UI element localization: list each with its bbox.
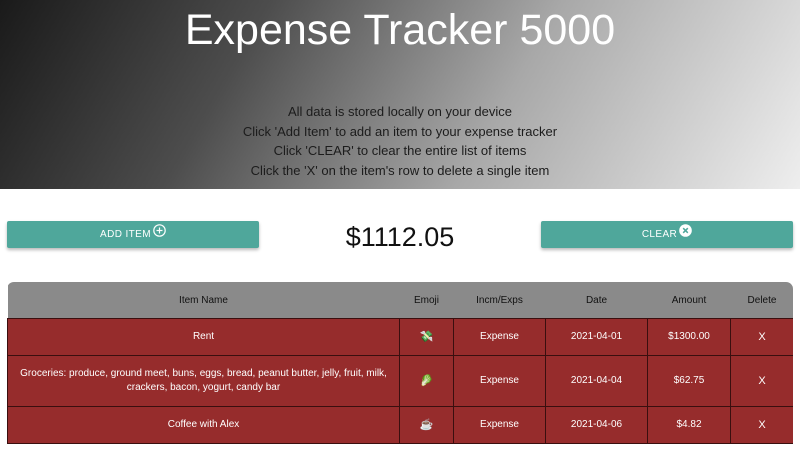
instruction-line: Click 'CLEAR' to clear the entire list o… (273, 143, 527, 158)
add-item-label: ADD ITEM (100, 229, 151, 240)
expense-table-container: Item Name Emoji Incm/Exps Date Amount De… (7, 282, 793, 449)
instruction-line: Click 'Add Item' to add an item to your … (242, 123, 558, 139)
delete-row-button[interactable]: X (730, 355, 793, 407)
emoji-cell: 💸 (399, 318, 454, 356)
clear-label: CLEAR (641, 229, 678, 240)
column-header-item-name: Item Name (7, 282, 400, 319)
column-header-emoji: Emoji (399, 282, 454, 319)
item-name-cell: Coffee with Alex (7, 406, 400, 444)
item-name-cell: Rent (7, 318, 400, 356)
add-item-button[interactable]: ADD ITEM (7, 221, 259, 248)
table-row: Groceries: produce, ground meet, buns, e… (7, 355, 793, 407)
instructions: All data is stored locally on your devic… (0, 102, 800, 180)
column-header-amount: Amount (647, 282, 731, 319)
type-cell: Expense (453, 406, 546, 444)
item-name-cell: Groceries: produce, ground meet, buns, e… (7, 355, 400, 407)
column-header-delete: Delete (730, 282, 793, 319)
delete-row-button[interactable]: X (730, 318, 793, 356)
expense-table: Item Name Emoji Incm/Exps Date Amount De… (7, 282, 793, 444)
date-cell: 2021-04-06 (545, 406, 648, 444)
amount-cell: $4.82 (647, 406, 731, 444)
amount-cell: $62.75 (647, 355, 731, 407)
table-header-row: Item Name Emoji Incm/Exps Date Amount De… (7, 282, 793, 319)
delete-row-button[interactable]: X (730, 406, 793, 444)
page-title: Expense Tracker 5000 (184, 6, 616, 54)
column-header-type: Incm/Exps (453, 282, 546, 319)
close-circle-icon (679, 223, 692, 237)
emoji-cell: 🥬 (399, 355, 454, 407)
date-cell: 2021-04-01 (545, 318, 648, 356)
instruction-line: All data is stored locally on your devic… (287, 104, 512, 119)
plus-circle-icon (153, 223, 166, 237)
clear-button[interactable]: CLEAR (541, 221, 793, 248)
column-header-date: Date (545, 282, 648, 319)
type-cell: Expense (453, 355, 546, 407)
header-banner: Expense Tracker 5000 All data is stored … (0, 0, 800, 189)
instruction-line: Click the 'X' on the item's row to delet… (250, 162, 550, 178)
table-row: Coffee with Alex ☕ Expense 2021-04-06 $4… (7, 406, 793, 444)
emoji-cell: ☕ (399, 406, 454, 444)
table-row: Rent 💸 Expense 2021-04-01 $1300.00 X (7, 318, 793, 356)
date-cell: 2021-04-04 (545, 355, 648, 407)
total-balance: $1112.05 (345, 222, 455, 252)
type-cell: Expense (453, 318, 546, 356)
amount-cell: $1300.00 (647, 318, 731, 356)
